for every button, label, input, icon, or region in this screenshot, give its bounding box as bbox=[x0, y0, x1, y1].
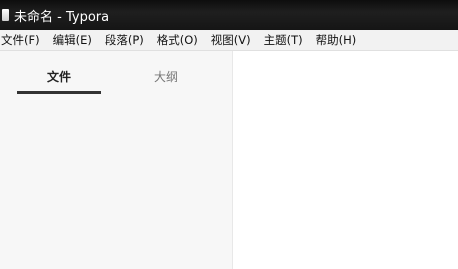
menu-help[interactable]: 帮助(H) bbox=[315, 32, 357, 48]
menu-theme[interactable]: 主题(T) bbox=[263, 32, 303, 48]
menu-format[interactable]: 格式(O) bbox=[156, 32, 198, 48]
menu-bar: 文件(F) 编辑(E) 段落(P) 格式(O) 视图(V) 主题(T) 帮助(H… bbox=[0, 30, 458, 51]
menu-file[interactable]: 文件(F) bbox=[0, 32, 40, 48]
menu-edit[interactable]: 编辑(E) bbox=[52, 32, 92, 48]
menu-view[interactable]: 视图(V) bbox=[210, 32, 251, 48]
window-title: 未命名 - Typora bbox=[14, 9, 110, 25]
tab-files[interactable]: 文件 bbox=[17, 68, 101, 85]
sidebar: 文件 大纲 bbox=[0, 51, 233, 269]
tab-outline[interactable]: 大纲 bbox=[124, 68, 208, 85]
menu-paragraph[interactable]: 段落(P) bbox=[104, 32, 144, 48]
document-icon bbox=[2, 9, 9, 21]
active-tab-indicator bbox=[17, 91, 101, 94]
title-bar[interactable]: 未命名 - Typora bbox=[0, 0, 458, 30]
typora-window: 未命名 - Typora 文件(F) 编辑(E) 段落(P) 格式(O) 视图(… bbox=[0, 0, 458, 269]
editor-area[interactable] bbox=[233, 51, 458, 269]
